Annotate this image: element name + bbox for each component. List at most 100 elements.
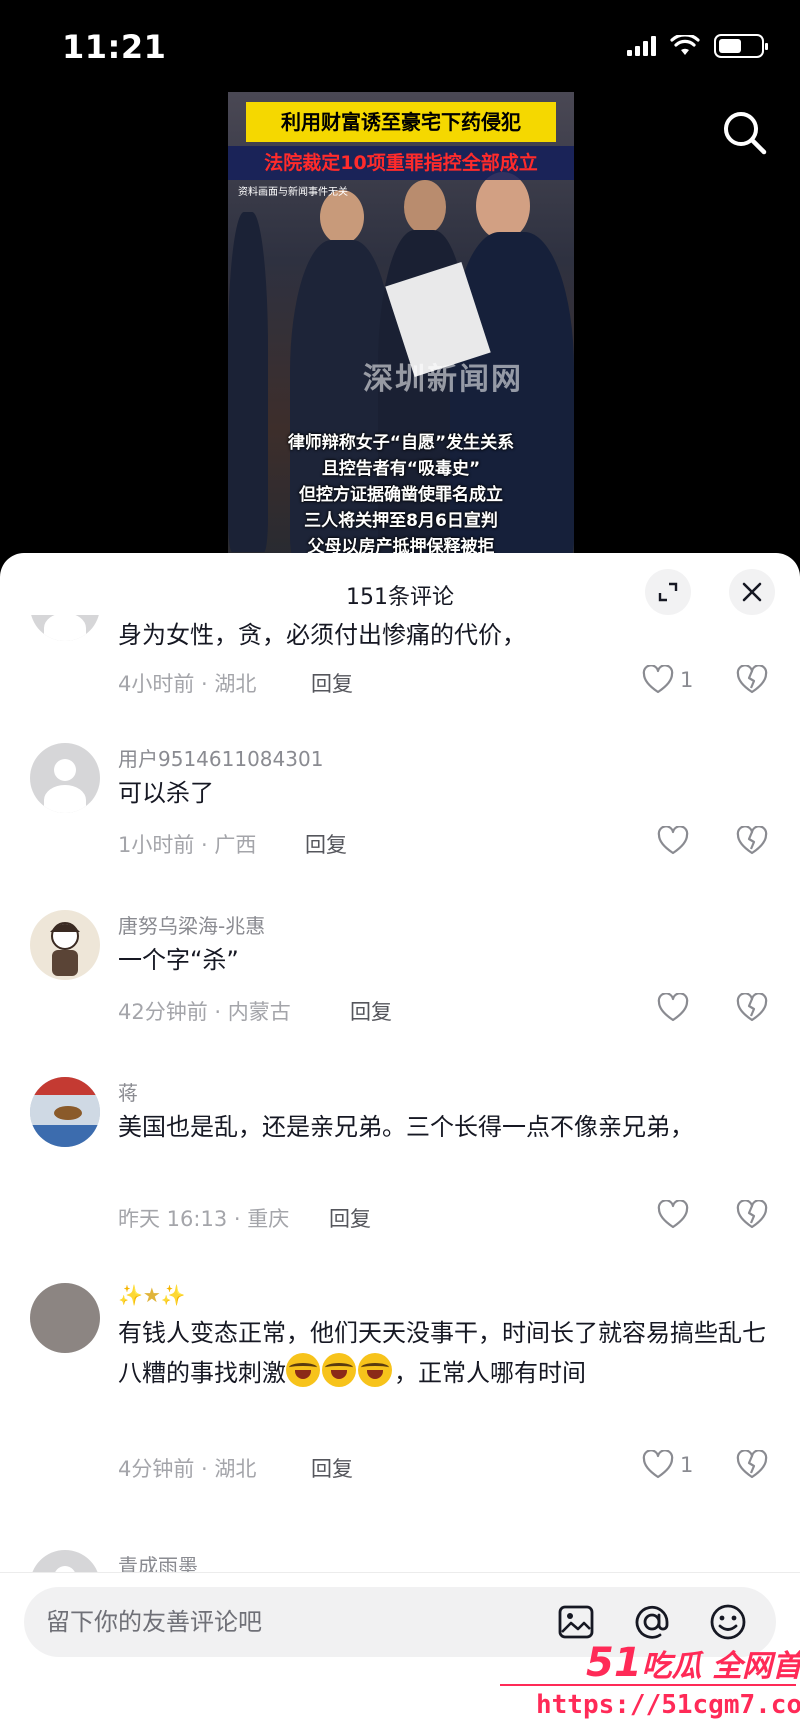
comment-meta: 4小时前 · 湖北 — [118, 672, 257, 696]
like-button[interactable] — [657, 993, 689, 1023]
comment-text: 一个字“杀” — [118, 946, 239, 974]
avatar-illustration — [30, 1077, 100, 1147]
smiley-icon — [710, 1604, 746, 1640]
comment-username[interactable]: 蒋 — [118, 1077, 138, 1106]
subtitle-line: 三人将关押至8月6日宣判 — [304, 511, 498, 531]
comment-meta: 4分钟前 · 湖北 — [118, 1457, 257, 1481]
dislike-button[interactable] — [736, 992, 768, 1027]
cellular-signal-icon — [627, 36, 656, 56]
dislike-button[interactable] — [736, 1199, 768, 1234]
comment-username[interactable]: 用户9514611084301 — [118, 743, 323, 772]
comment-username[interactable]: ✨★✨ — [118, 1283, 186, 1307]
expand-icon — [658, 582, 678, 602]
subtitle-line: 律师辩称女子“自愿”发生关系 — [287, 433, 515, 453]
broken-heart-icon — [736, 825, 768, 855]
battery-level — [719, 39, 741, 53]
expand-button[interactable] — [645, 569, 691, 615]
at-icon — [635, 1605, 669, 1639]
status-time: 11:21 — [62, 28, 167, 66]
comment-meta: 1小时前 · 广西 — [118, 833, 257, 857]
like-button[interactable] — [657, 826, 689, 856]
avatar[interactable] — [30, 1077, 100, 1147]
broken-heart-icon — [736, 1449, 768, 1479]
reply-button[interactable]: 回复 — [329, 1203, 371, 1233]
heart-icon — [657, 993, 689, 1022]
avatar[interactable] — [30, 910, 100, 980]
lawyer-head — [476, 172, 530, 240]
video-watermark: 深圳新闻网 — [363, 362, 523, 397]
comment-time: 4小时前 — [118, 672, 195, 696]
dislike-button[interactable] — [736, 1449, 768, 1484]
emoji-button[interactable] — [708, 1602, 748, 1642]
image-icon — [558, 1605, 594, 1639]
comment-time: 昨天 16:13 — [118, 1207, 228, 1231]
video-player[interactable]: 利用财富诱至豪宅下药侵犯 法院裁定10项重罪指控全部成立 资料画面与新闻事件无关… — [228, 92, 574, 572]
subtitle-line: 且控告者有“吸毒史” — [321, 459, 481, 479]
broken-heart-icon — [736, 1199, 768, 1229]
dislike-button[interactable] — [736, 825, 768, 860]
video-caption-title: 利用财富诱至豪宅下药侵犯 — [246, 102, 556, 142]
watermark-text: 吃瓜 全网首发 — [641, 1649, 800, 1684]
officer-head — [320, 190, 364, 244]
dislike-button[interactable] — [736, 664, 768, 699]
reply-button[interactable]: 回复 — [311, 1453, 353, 1483]
reply-button[interactable]: 回复 — [311, 668, 353, 698]
officer-head — [404, 180, 446, 234]
comment-text: 可以杀了 — [118, 779, 214, 807]
search-button[interactable] — [720, 108, 770, 158]
wifi-icon — [670, 35, 700, 55]
comments-sheet: 151条评论 身为女性，贪，必须付出惨痛的代价， 4小时前 · 湖北 回复 1 — [0, 553, 800, 1731]
comment-text: 身为女性，贪，必须付出惨痛的代价， — [118, 621, 526, 649]
comment-location: 内蒙古 — [227, 1000, 291, 1024]
laughing-emoji-icon — [322, 1353, 356, 1387]
laughing-emoji-icon — [286, 1353, 320, 1387]
heart-icon — [657, 826, 689, 855]
battery-icon — [714, 34, 768, 58]
comment-meta: 昨天 16:13 · 重庆 — [118, 1207, 290, 1231]
video-subtitles: 律师辩称女子“自愿”发生关系 且控告者有“吸毒史” 但控方证据确凿使罪名成立 三… — [228, 430, 574, 560]
comment-text: 有钱人变态正常，他们天天没事干，时间长了就容易搞些乱七八糟的事找刺激 ，正常人哪有… — [118, 1313, 768, 1393]
image-button[interactable] — [556, 1602, 596, 1642]
comment-text-part: ，正常人哪有时间 — [394, 1359, 586, 1387]
avatar[interactable] — [30, 743, 100, 813]
comment-time: 1小时前 — [118, 833, 195, 857]
like-count: 1 — [680, 1453, 694, 1477]
search-icon — [724, 112, 767, 155]
video-disclaimer: 资料画面与新闻事件无关 — [238, 187, 348, 198]
watermark-number: 51 — [586, 1640, 642, 1686]
mention-button[interactable] — [632, 1602, 672, 1642]
site-watermark-url: https://51cgm7.com — [536, 1690, 800, 1720]
like-button[interactable]: 1 — [642, 665, 693, 695]
comment-username[interactable]: 唐努乌梁海-兆惠 — [118, 910, 265, 939]
like-count: 1 — [680, 668, 694, 692]
laughing-emoji-icon — [358, 1353, 392, 1387]
comment-meta: 42分钟前 · 内蒙古 — [118, 1000, 291, 1024]
like-button[interactable] — [657, 1200, 689, 1230]
broken-heart-icon — [736, 664, 768, 694]
close-button[interactable] — [729, 569, 775, 615]
reply-button[interactable]: 回复 — [305, 829, 347, 859]
avatar[interactable] — [30, 1283, 100, 1353]
close-icon — [742, 582, 762, 602]
comment-text: 美国也是乱，还是亲兄弟。三个长得一点不像亲兄弟， — [118, 1113, 694, 1141]
status-bar: 11:21 — [0, 0, 800, 96]
avatar-illustration — [50, 922, 80, 976]
comment-list[interactable]: 身为女性，贪，必须付出惨痛的代价， 4小时前 · 湖北 回复 1 用户95146… — [0, 615, 800, 1615]
comment-location: 重庆 — [247, 1207, 290, 1231]
video-caption-subtitle: 法院裁定10项重罪指控全部成立 — [228, 146, 574, 180]
comment-location: 广西 — [214, 833, 257, 857]
comment-time: 42分钟前 — [118, 1000, 208, 1024]
comment-time: 4分钟前 — [118, 1457, 195, 1481]
comment-location: 湖北 — [214, 1457, 257, 1481]
heart-icon — [642, 1450, 674, 1479]
heart-icon — [642, 665, 674, 694]
reply-button[interactable]: 回复 — [350, 996, 392, 1026]
avatar[interactable] — [30, 615, 100, 641]
comment-location: 湖北 — [214, 672, 257, 696]
watermark-divider — [500, 1684, 796, 1686]
broken-heart-icon — [736, 992, 768, 1022]
like-button[interactable]: 1 — [642, 1450, 693, 1480]
heart-icon — [657, 1200, 689, 1229]
subtitle-line: 但控方证据确凿使罪名成立 — [299, 485, 503, 505]
comment-input[interactable] — [46, 1587, 546, 1657]
